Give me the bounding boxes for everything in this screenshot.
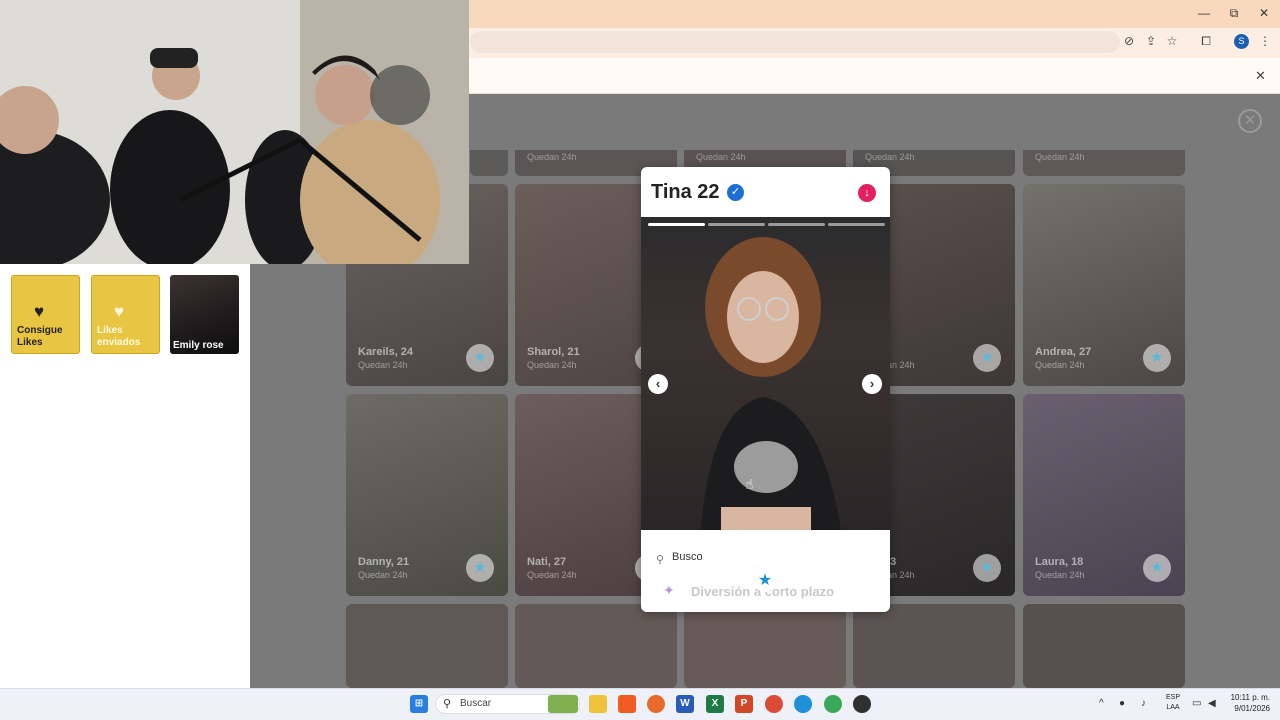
- next-photo-button[interactable]: ›: [862, 374, 882, 394]
- profile-card[interactable]: [1023, 604, 1185, 688]
- keyboard-language[interactable]: ESP LAA: [1164, 693, 1182, 713]
- eye-off-icon[interactable]: ⊘: [1121, 34, 1137, 48]
- list-item[interactable]: Quedan 24h: [1023, 150, 1185, 176]
- card-name: Kareils, 24: [358, 346, 414, 358]
- card-name: Andrea, 27: [1035, 346, 1092, 358]
- profile-card[interactable]: [853, 604, 1015, 688]
- profile-card[interactable]: Andrea, 27 Quedan 24h ★: [1023, 184, 1185, 386]
- word-icon[interactable]: W: [676, 695, 694, 713]
- card-time: Quedan 24h: [865, 152, 915, 162]
- card-time: Quedan 24h: [527, 360, 577, 370]
- overlay-close-button[interactable]: ✕: [1238, 109, 1262, 133]
- edge-icon[interactable]: [794, 695, 812, 713]
- chrome-icon[interactable]: [765, 695, 783, 713]
- profile-card[interactable]: [684, 604, 846, 688]
- webcam-scene: [0, 0, 469, 264]
- get-likes-tile[interactable]: ♥ Consigue Likes: [11, 275, 80, 354]
- likes-sent-tile[interactable]: ♥ Likes enviados: [91, 275, 160, 354]
- card-name: Danny, 21: [358, 556, 410, 568]
- tray-app-icon[interactable]: ●: [1119, 698, 1125, 709]
- webcam-overlay: [0, 0, 469, 264]
- card-time: Quedan 24h: [358, 570, 408, 580]
- profile-card[interactable]: [515, 604, 677, 688]
- previous-photo-button[interactable]: ‹: [648, 374, 668, 394]
- firefox-icon[interactable]: [647, 695, 665, 713]
- microphone-icon[interactable]: ♪: [1141, 698, 1146, 709]
- obs-icon[interactable]: [853, 695, 871, 713]
- list-item[interactable]: [470, 150, 508, 176]
- profile-name: Tina 22: [651, 181, 720, 203]
- network-icon[interactable]: ▭: [1192, 698, 1201, 709]
- star-icon[interactable]: ★: [973, 344, 1001, 372]
- volume-icon[interactable]: ◀: [1208, 698, 1216, 709]
- star-icon[interactable]: ★: [466, 344, 494, 372]
- heart-likes-icon: ♥: [34, 302, 45, 321]
- tray-chevron-icon[interactable]: ^: [1099, 698, 1104, 709]
- card-name: Nati, 27: [527, 556, 567, 568]
- excel-icon[interactable]: X: [706, 695, 724, 713]
- star-icon[interactable]: ★: [466, 554, 494, 582]
- close-window-button[interactable]: ✕: [1249, 6, 1279, 20]
- profile-card[interactable]: Danny, 21 Quedan 24h ★: [346, 394, 508, 596]
- chrome-icon[interactable]: [824, 695, 842, 713]
- profile-card[interactable]: Laura, 18 Quedan 24h ★: [1023, 394, 1185, 596]
- profile-avatar[interactable]: S: [1234, 34, 1249, 49]
- card-name: Laura, 18: [1035, 556, 1084, 568]
- file-explorer-icon[interactable]: [589, 695, 607, 713]
- restore-button[interactable]: ⧉: [1219, 6, 1249, 21]
- taskbar-search-text: Buscar: [460, 698, 492, 709]
- match-tile[interactable]: Emily rose: [170, 275, 239, 354]
- card-time: Quedan 24h: [696, 152, 746, 162]
- tile-label: Likes enviados: [97, 325, 141, 348]
- search-icon: ⚲: [656, 554, 665, 566]
- star-icon[interactable]: ★: [973, 554, 1001, 582]
- sparkle-icon: ✦: [663, 582, 675, 598]
- star-icon[interactable]: ★: [1143, 554, 1171, 582]
- extensions-icon[interactable]: ⧠: [1198, 34, 1214, 49]
- looking-for-label: Busco: [672, 551, 703, 563]
- search-icon: ⚲: [443, 698, 452, 710]
- address-bar[interactable]: [470, 31, 1120, 53]
- card-time: Quedan 24h: [1035, 152, 1085, 162]
- card-time: Quedan 24h: [527, 152, 577, 162]
- star-icon[interactable]: ☆: [1164, 34, 1180, 48]
- favorite-button[interactable]: ★: [754, 570, 776, 592]
- tile-label: Consigue Likes: [17, 325, 63, 348]
- verified-icon: ✓: [727, 184, 744, 201]
- card-time: Quedan 24h: [1035, 570, 1085, 580]
- share-icon[interactable]: ⇪: [1143, 34, 1159, 48]
- clock[interactable]: 10:11 p. m. 9/01/2026: [1228, 692, 1270, 714]
- profile-photo[interactable]: ‹ ›: [641, 217, 890, 530]
- report-button[interactable]: ↓: [858, 184, 876, 202]
- heart-sent-icon: ♥: [114, 302, 125, 321]
- card-time: Quedan 24h: [358, 360, 408, 370]
- tile-label: Emily rose: [173, 340, 224, 351]
- profile-modal: Tina 22 ✓ ↓ ‹ › ⚲ Busco ✦ Diversión a co…: [641, 167, 890, 612]
- windows-start-icon[interactable]: ⊞: [410, 695, 428, 713]
- brave-icon[interactable]: [618, 695, 636, 713]
- taskbar: [0, 688, 1280, 720]
- powerpoint-icon[interactable]: P: [735, 695, 753, 713]
- photo-content: [701, 237, 841, 530]
- menu-icon[interactable]: ⋮: [1257, 34, 1273, 48]
- card-name: Sharol, 21: [527, 346, 580, 358]
- widgets-icon[interactable]: [548, 695, 578, 713]
- card-time: Quedan 24h: [1035, 360, 1085, 370]
- desktop: — ⧉ ✕ ⊘ ⇪ ☆ ⧠ S ⋮ ✕ ✕ Quedan 24h Quedan …: [0, 0, 1280, 720]
- minimize-button[interactable]: —: [1189, 6, 1219, 20]
- profile-card[interactable]: [346, 604, 508, 688]
- cursor-icon: ☝: [745, 476, 754, 492]
- card-time: Quedan 24h: [527, 570, 577, 580]
- star-icon[interactable]: ★: [1143, 344, 1171, 372]
- infobar-close-button[interactable]: ✕: [1255, 68, 1266, 84]
